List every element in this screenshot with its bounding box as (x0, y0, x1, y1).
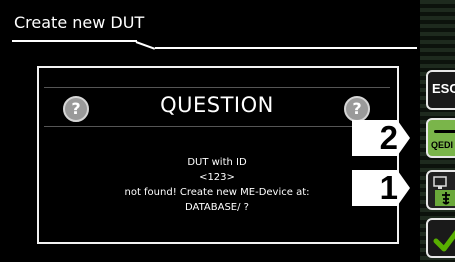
callout-2: 2 (352, 120, 410, 156)
callout-1: 1 (352, 170, 410, 206)
question-icon: ? (344, 96, 370, 122)
title-underline (12, 40, 137, 42)
window-title: Create new DUT (0, 0, 397, 40)
message-line: <123> (199, 172, 235, 183)
database-device-button[interactable] (426, 170, 455, 210)
callout-number: 2 (379, 119, 398, 156)
dialog-title: QUESTION (160, 93, 274, 117)
message-line: DATABASE/ ? (185, 202, 249, 213)
esc-label: ESC (432, 81, 455, 96)
esc-button[interactable]: ESC (426, 70, 455, 110)
message-line: not found! Create new ME-Device at: (124, 187, 310, 198)
checkmark-icon (433, 230, 455, 252)
callout-number: 1 (379, 169, 398, 206)
ok-button[interactable] (426, 218, 455, 258)
message-line: DUT with ID (187, 157, 247, 168)
dialog-header: ? QUESTION ? (44, 87, 390, 127)
dialog-message: DUT with ID <123> not found! Create new … (44, 155, 390, 215)
qedit-bar-icon (434, 130, 455, 133)
title-underline-slope (135, 41, 156, 50)
qedit-label: QEDI (431, 140, 454, 150)
title-underline-extension (155, 47, 417, 49)
device-screen: Create new DUT ESC QEDI ? QUESTION ? DUT… (0, 0, 455, 262)
database-device-icon (433, 176, 455, 206)
qedit-button[interactable]: QEDI (426, 118, 455, 158)
